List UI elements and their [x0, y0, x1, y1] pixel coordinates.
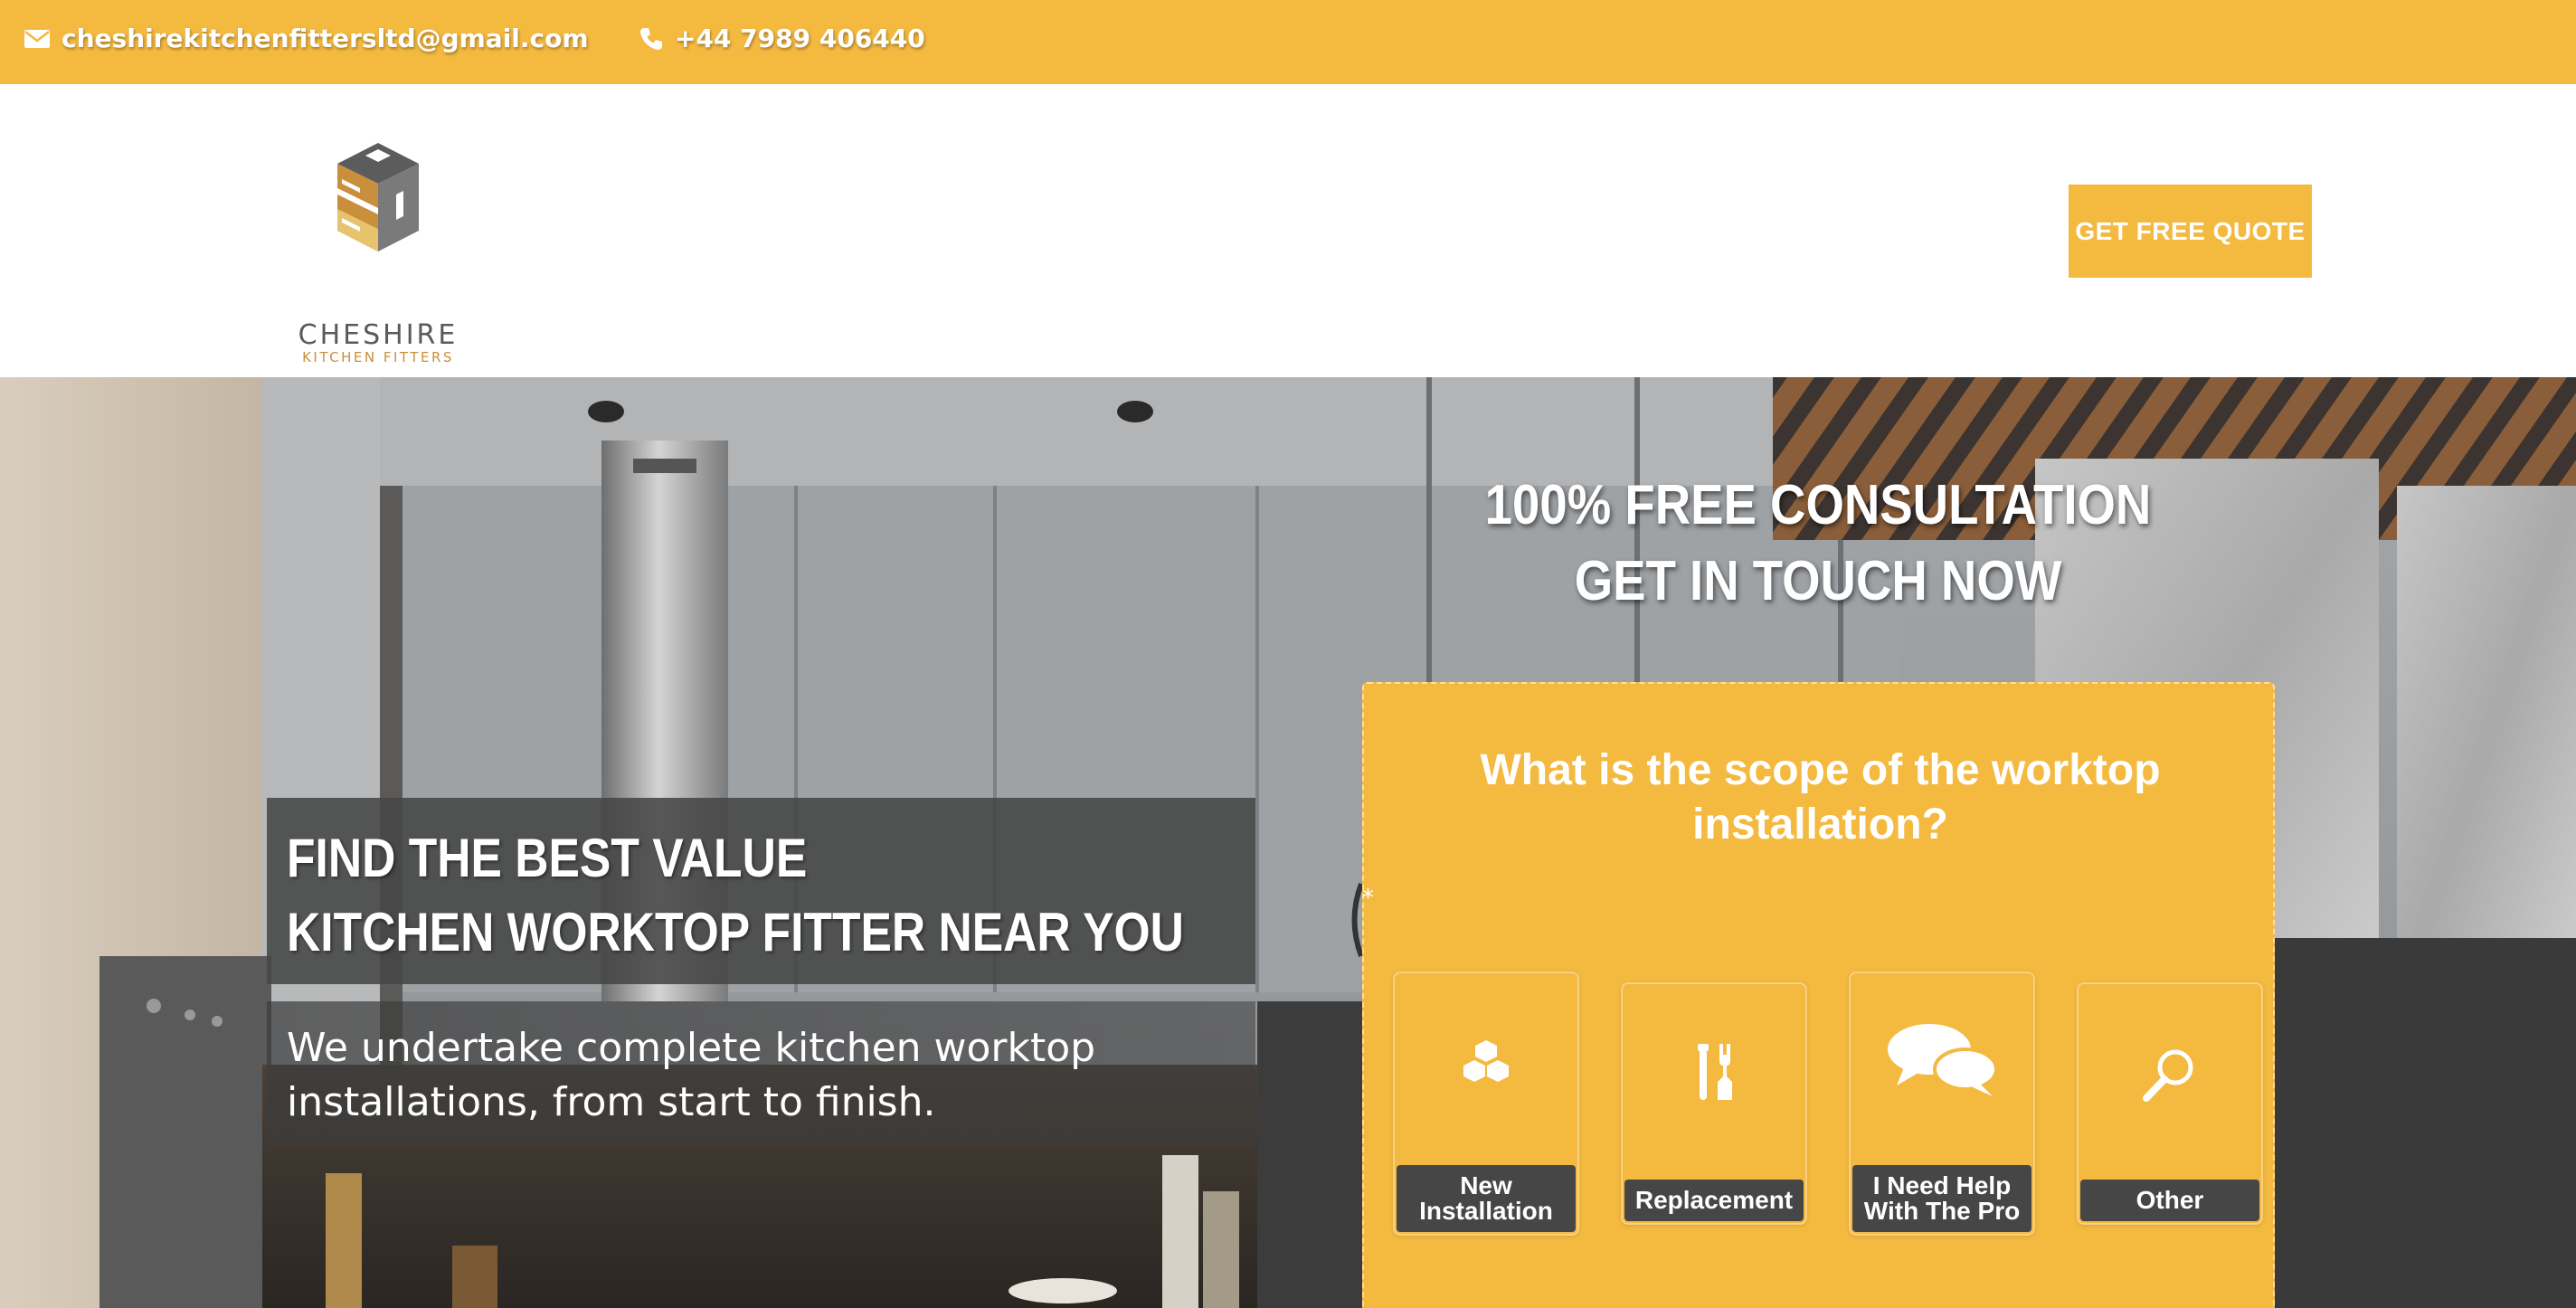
hero-headline: FIND THE BEST VALUE KITCHEN WORKTOP FITT… — [287, 821, 1220, 970]
headline-box: FIND THE BEST VALUE KITCHEN WORKTOP FITT… — [267, 798, 1255, 984]
phone-icon — [639, 26, 664, 52]
get-free-quote-button[interactable]: GET FREE QUOTE — [2069, 185, 2312, 278]
logo-subtitle: KITCHEN FITTERS — [302, 349, 454, 365]
boxes-icon — [1395, 1038, 1577, 1091]
subheadline-box: We undertake complete kitchen worktop in… — [267, 1001, 1255, 1146]
scope-quiz-form: What is the scope of the worktop install… — [1362, 682, 2275, 1308]
option-label: New Installation — [1397, 1165, 1576, 1232]
option-other[interactable]: Other — [2077, 982, 2263, 1225]
magnifier-icon — [2079, 1046, 2261, 1104]
logo-cube-icon — [333, 138, 423, 261]
option-new-installation[interactable]: New Installation — [1393, 972, 1579, 1236]
option-replacement[interactable]: Replacement — [1621, 982, 1807, 1225]
logo-name: CHESHIRE — [298, 319, 459, 351]
required-mark: * — [1362, 885, 1374, 912]
hero-subheadline: We undertake complete kitchen worktop in… — [287, 1025, 1096, 1125]
consultation-line-1: 100% FREE CONSULTATION — [1484, 474, 2152, 536]
speech-bubbles-icon — [1851, 1022, 2033, 1098]
contact-bar: cheshirekitchenfittersltd@gmail.com +44 … — [0, 0, 2576, 84]
logo[interactable]: CHESHIRE KITCHEN FITTERS — [297, 138, 459, 365]
email-text: cheshirekitchenfittersltd@gmail.com — [62, 24, 589, 53]
email-link[interactable]: cheshirekitchenfittersltd@gmail.com — [24, 24, 589, 53]
hero-section: 100% FREE CONSULTATION GET IN TOUCH NOW … — [0, 377, 2576, 1308]
option-label: Other — [2080, 1180, 2259, 1221]
quiz-question: What is the scope of the worktop install… — [1480, 746, 2161, 848]
option-need-help[interactable]: I Need Help With The Pro — [1849, 972, 2035, 1236]
envelope-icon — [24, 28, 51, 50]
option-label: Replacement — [1624, 1180, 1804, 1221]
headline-line-2: KITCHEN WORKTOP FITTER NEAR YOU — [287, 902, 1184, 962]
consultation-line-2: GET IN TOUCH NOW — [1574, 550, 2062, 612]
option-label: I Need Help With The Pro — [1852, 1165, 2031, 1232]
consultation-heading: 100% FREE CONSULTATION GET IN TOUCH NOW — [1460, 468, 2176, 620]
phone-text: +44 7989 406440 — [675, 24, 925, 53]
phone-link[interactable]: +44 7989 406440 — [639, 24, 925, 53]
headline-line-1: FIND THE BEST VALUE — [287, 828, 808, 888]
site-header: CHESHIRE KITCHEN FITTERS GET FREE QUOTE — [0, 84, 2576, 377]
tools-icon — [1623, 1040, 1805, 1104]
